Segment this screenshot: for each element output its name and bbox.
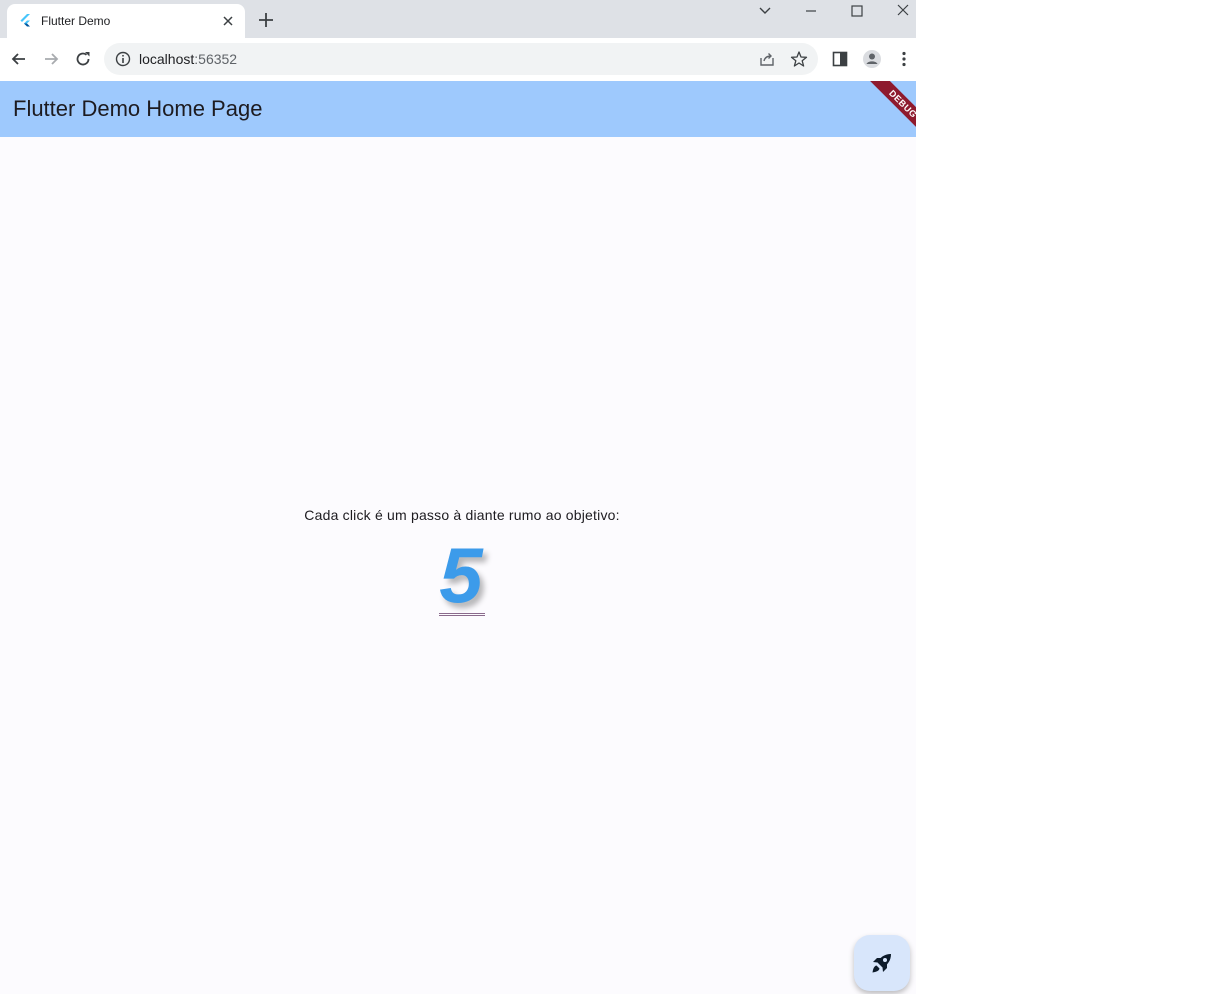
info-icon[interactable] — [115, 51, 131, 67]
browser-toolbar: localhost:56352 — [0, 38, 916, 81]
rocket-icon — [872, 954, 891, 973]
profile-icon[interactable] — [862, 49, 882, 69]
browser-window: Flutter Demo localhost:56352 Flutter Dem… — [0, 0, 916, 994]
back-arrow-icon[interactable] — [9, 49, 29, 69]
close-window-icon[interactable] — [893, 2, 913, 20]
address-bar[interactable]: localhost:56352 — [104, 43, 818, 75]
share-icon[interactable] — [758, 50, 776, 68]
maximize-icon[interactable] — [847, 2, 867, 20]
app-title: Flutter Demo Home Page — [13, 96, 263, 121]
flutter-logo-icon — [20, 14, 30, 27]
counter-value: 5 — [439, 531, 485, 619]
counter-caption: Cada click é um passo à diante rumo ao o… — [304, 507, 620, 523]
app-bar: Flutter Demo Home Page — [0, 81, 916, 137]
counter-container: 5 — [0, 531, 916, 619]
star-icon[interactable] — [790, 50, 808, 68]
tab-title: Flutter Demo — [41, 14, 111, 28]
plus-icon[interactable] — [257, 11, 275, 29]
debug-ribbon-label: DEBUG — [859, 81, 916, 137]
tab-strip: Flutter Demo — [0, 0, 916, 38]
url-text[interactable]: localhost:56352 — [139, 51, 237, 67]
kebab-menu-icon[interactable] — [894, 49, 914, 69]
url-host: localhost — [139, 51, 195, 67]
side-panel-icon[interactable] — [830, 49, 850, 69]
app-body: Cada click é um passo à diante rumo ao o… — [0, 137, 916, 994]
debug-banner: DEBUG — [840, 81, 916, 137]
forward-arrow-icon[interactable] — [41, 49, 61, 69]
chevron-down-icon[interactable] — [755, 2, 775, 20]
tab-flutter-demo[interactable]: Flutter Demo — [7, 4, 245, 38]
url-port: :56352 — [194, 51, 238, 67]
increment-fab-button[interactable] — [854, 935, 910, 991]
close-icon[interactable] — [220, 13, 236, 29]
minimize-icon[interactable] — [801, 2, 821, 20]
reload-icon[interactable] — [73, 49, 93, 69]
